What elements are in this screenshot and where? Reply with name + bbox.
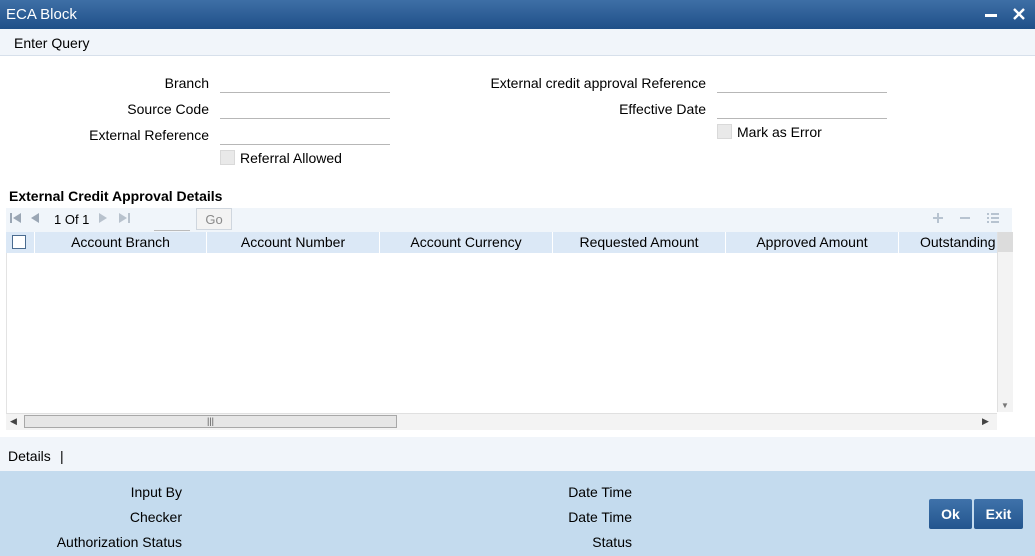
- status-label: Status: [592, 534, 632, 550]
- input-by-label: Input By: [130, 484, 182, 500]
- effective-date-label: Effective Date: [619, 101, 706, 117]
- referral-allowed-label: Referral Allowed: [240, 150, 342, 166]
- grid-toolbar: 1 Of 1 Go: [6, 208, 1012, 232]
- eca-reference-input[interactable]: [717, 72, 887, 93]
- column-header[interactable]: Account Number: [207, 232, 380, 253]
- branch-input[interactable]: [220, 72, 390, 93]
- source-code-label: Source Code: [127, 101, 209, 117]
- external-reference-label: External Reference: [89, 127, 209, 143]
- details-separator: |: [60, 448, 64, 464]
- column-header[interactable]: Account Branch: [35, 232, 207, 253]
- last-page-icon[interactable]: [118, 212, 130, 227]
- grid-body: [6, 253, 998, 413]
- vertical-scrollbar[interactable]: ▼: [997, 232, 1013, 412]
- vertical-scroll-thumb[interactable]: [998, 232, 1013, 252]
- first-page-icon[interactable]: [10, 212, 22, 227]
- go-button[interactable]: Go: [196, 208, 232, 230]
- menu-bar: Enter Query: [0, 29, 1035, 56]
- column-header[interactable]: Account Currency: [380, 232, 553, 253]
- select-all-cell: [6, 232, 35, 253]
- eca-reference-label: External credit approval Reference: [490, 75, 706, 91]
- authorization-status-label: Authorization Status: [56, 534, 182, 550]
- select-all-checkbox[interactable]: [12, 235, 26, 249]
- previous-page-icon[interactable]: [30, 212, 40, 227]
- next-page-icon[interactable]: [98, 212, 108, 227]
- date-time-label: Date Time: [568, 484, 632, 500]
- close-icon[interactable]: [1010, 5, 1028, 23]
- date-time-label: Date Time: [568, 509, 632, 525]
- add-row-icon[interactable]: [932, 210, 944, 231]
- single-view-icon[interactable]: [986, 210, 1000, 231]
- horizontal-scroll-thumb[interactable]: |||: [24, 415, 397, 428]
- mark-as-error-checkbox[interactable]: [717, 124, 732, 139]
- title-bar: ECA Block: [0, 0, 1035, 29]
- external-reference-input[interactable]: [220, 124, 390, 145]
- mark-as-error-label: Mark as Error: [737, 124, 822, 140]
- ok-button[interactable]: Ok: [929, 499, 972, 529]
- details-bar: Details |: [0, 437, 1035, 471]
- delete-row-icon[interactable]: [959, 210, 971, 231]
- scroll-left-icon[interactable]: ◀: [10, 416, 17, 427]
- audit-footer: Input By Checker Authorization Status Da…: [0, 471, 1035, 556]
- horizontal-scrollbar[interactable]: ◀ ||| ▶: [6, 413, 997, 430]
- effective-date-input[interactable]: [717, 98, 887, 119]
- column-header[interactable]: Outstanding: [899, 232, 997, 253]
- section-title: External Credit Approval Details: [9, 188, 223, 204]
- minimize-icon[interactable]: [982, 5, 1000, 23]
- exit-button[interactable]: Exit: [974, 499, 1023, 529]
- grid-header: Account Branch Account Number Account Cu…: [6, 232, 997, 253]
- window-title: ECA Block: [6, 6, 77, 23]
- pager-text: 1 Of 1: [54, 212, 90, 227]
- page-number-input[interactable]: [154, 210, 190, 231]
- scroll-right-icon[interactable]: ▶: [982, 416, 989, 427]
- source-code-input[interactable]: [220, 98, 390, 119]
- referral-allowed-checkbox[interactable]: [220, 150, 235, 165]
- column-header[interactable]: Approved Amount: [726, 232, 899, 253]
- column-header[interactable]: Requested Amount: [553, 232, 726, 253]
- checker-label: Checker: [129, 509, 182, 525]
- enter-query-menu-item[interactable]: Enter Query: [14, 35, 89, 51]
- details-link[interactable]: Details: [8, 448, 51, 464]
- branch-label: Branch: [164, 75, 209, 91]
- scroll-down-icon[interactable]: ▼: [1001, 401, 1009, 410]
